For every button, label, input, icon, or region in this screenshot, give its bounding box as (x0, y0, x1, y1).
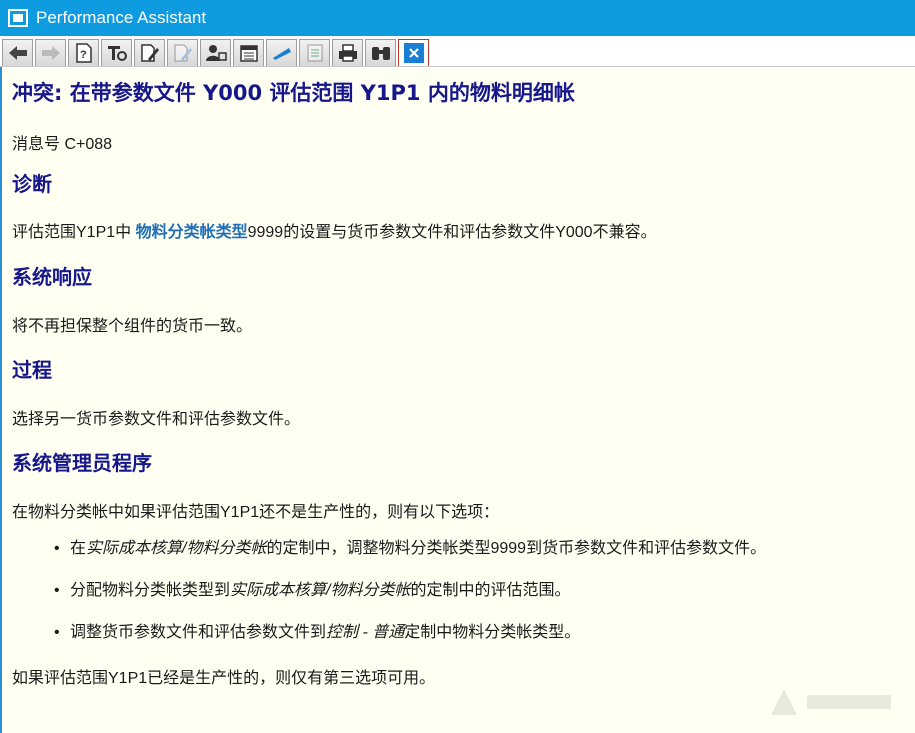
diagnosis-text-before: 评估范围Y1P1中 (12, 224, 136, 241)
watermark-logo-icon (771, 689, 891, 715)
print-button[interactable] (332, 39, 363, 66)
admin-procedure-heading: 系统管理员程序 (12, 451, 152, 475)
document-help-icon: ? (75, 43, 92, 63)
help-button[interactable]: ? (68, 39, 99, 66)
svg-text:?: ? (80, 49, 87, 61)
window-title: Performance Assistant (36, 8, 207, 27)
user-settings-icon (205, 45, 227, 61)
technical-info-icon (107, 46, 127, 61)
close-button[interactable] (398, 39, 429, 66)
pen-document-icon (173, 44, 192, 62)
bookmark-button[interactable] (266, 39, 297, 66)
system-response-heading: 系统响应 (12, 265, 92, 289)
toolbar: ? (0, 36, 915, 67)
list-item: 调整货币参数文件和评估参数文件到控制 - 普通定制中物料分类帐类型。 (54, 624, 766, 666)
admin-intro-text: 在物料分类帐中如果评估范围Y1P1还不是生产性的，则有以下选项： (12, 504, 500, 521)
bookmark-icon (272, 48, 291, 60)
back-arrow-icon (8, 46, 27, 60)
binoculars-icon (371, 47, 390, 60)
document-list-button[interactable] (299, 39, 330, 66)
diagnosis-text: 评估范围Y1P1中 物料分类帐类型9999的设置与货币参数文件和评估参数文件Y0… (12, 218, 657, 242)
list-item: 在实际成本核算/物料分类帐的定制中，调整物料分类帐类型9999到货币参数文件和评… (54, 540, 766, 582)
technical-info-button[interactable] (101, 39, 132, 66)
calendar-icon (239, 45, 258, 62)
help-document: 冲突: 在带参数文件 Y000 评估范围 Y1P1 内的物料明细帐 消息号 C+… (0, 67, 915, 733)
print-icon (338, 44, 357, 62)
message-number: 消息号 C+088 (12, 136, 113, 153)
pen-button[interactable] (167, 39, 198, 66)
options-list: 在实际成本核算/物料分类帐的定制中，调整物料分类帐类型9999到货币参数文件和评… (12, 540, 766, 666)
procedure-heading: 过程 (12, 358, 52, 382)
diagnosis-heading: 诊断 (12, 172, 52, 196)
close-icon (403, 43, 424, 63)
document-list-icon (306, 44, 323, 62)
edit-button[interactable] (134, 39, 165, 66)
admin-outro-text: 如果评估范围Y1P1已经是生产性的，则仅有第三选项可用。 (12, 670, 436, 687)
diagnosis-text-after: 9999的设置与货币参数文件和评估参数文件Y000不兼容。 (247, 224, 657, 241)
back-button[interactable] (2, 39, 33, 66)
system-response-text: 将不再担保整个组件的货币一致。 (12, 318, 253, 335)
app-window-icon (8, 9, 28, 27)
calendar-button[interactable] (233, 39, 264, 66)
edit-document-icon (140, 44, 159, 62)
title-bar: Performance Assistant (0, 0, 915, 36)
forward-button[interactable] (35, 39, 66, 66)
procedure-text: 选择另一货币参数文件和评估参数文件。 (12, 411, 301, 428)
document-title: 冲突: 在带参数文件 Y000 评估范围 Y1P1 内的物料明细帐 (12, 81, 575, 105)
ledger-type-link[interactable]: 物料分类帐类型 (136, 224, 248, 241)
forward-arrow-icon (41, 46, 60, 60)
list-item: 分配物料分类帐类型到实际成本核算/物料分类帐的定制中的评估范围。 (54, 582, 766, 624)
user-settings-button[interactable] (200, 39, 231, 66)
find-button[interactable] (365, 39, 396, 66)
